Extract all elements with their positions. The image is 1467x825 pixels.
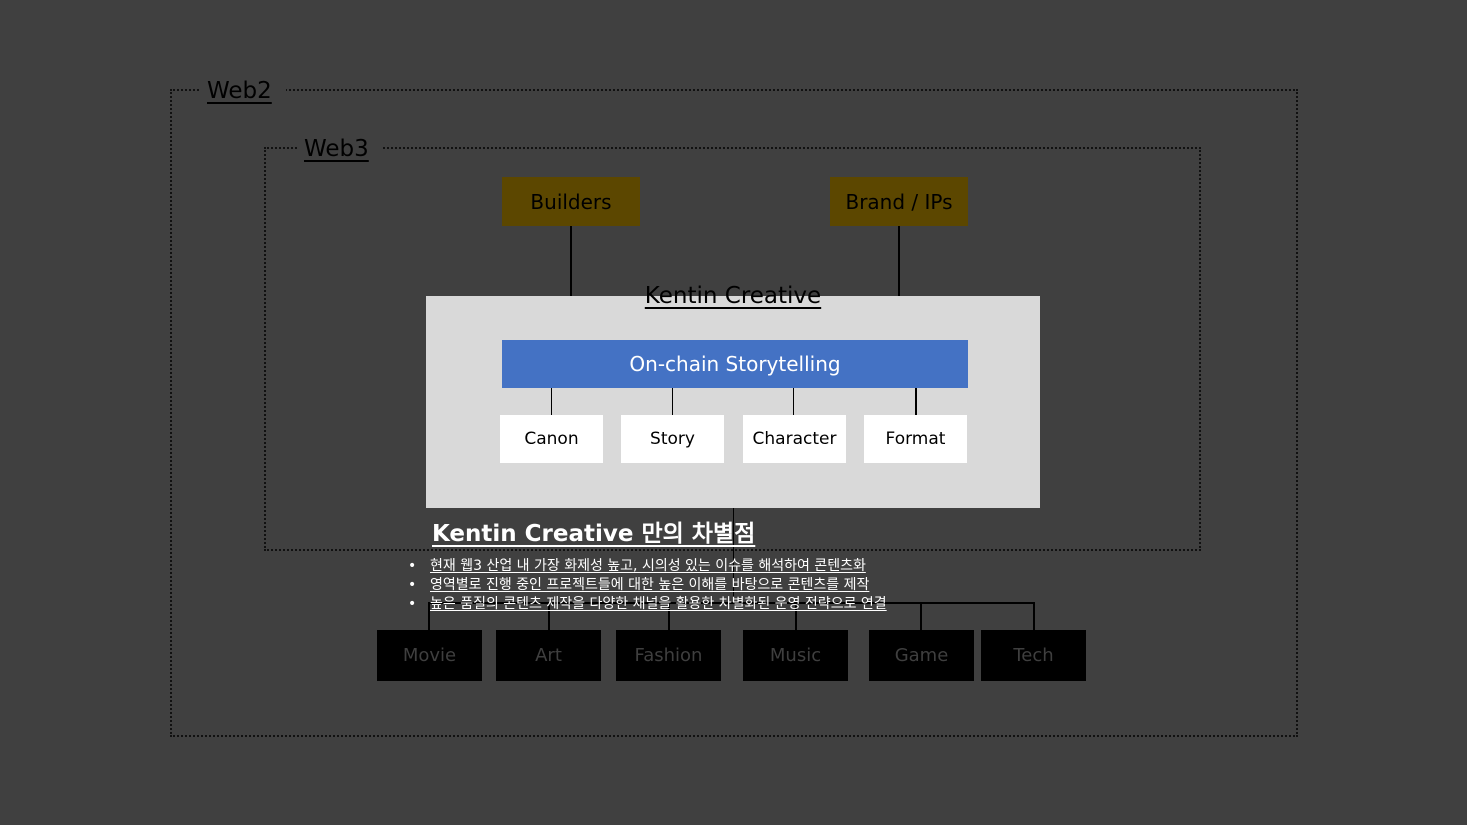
art-channel-box: Art <box>496 630 601 681</box>
differentiation-point: • 영역별로 진행 중인 프로젝트들에 대한 높은 이해를 바탕으로 콘텐츠를 제… <box>408 577 870 593</box>
differentiation-point: • 높은 품질의 콘텐츠 제작을 다양한 채널을 활용한 차별화된 운영 전략으로… <box>408 596 887 612</box>
bullet-icon: • <box>408 577 417 593</box>
on-chain-storytelling-bar: On-chain Storytelling <box>502 340 968 388</box>
web3-label: Web3 <box>298 134 383 164</box>
bullet-icon: • <box>408 596 417 612</box>
character-connector <box>793 388 794 415</box>
music-channel-box: Music <box>743 630 848 681</box>
kentin-creative-panel <box>426 296 1040 508</box>
differentiation-point: • 현재 웹3 산업 내 가장 화제성 높고, 시의성 있는 이슈를 해석하여 콘… <box>408 558 866 574</box>
format-connector <box>915 388 917 415</box>
web2-label: Web2 <box>201 76 286 106</box>
character-box: Character <box>743 415 846 463</box>
fashion-channel-box: Fashion <box>616 630 721 681</box>
movie-channel-box: Movie <box>377 630 482 681</box>
brand-ips-box: Brand / IPs <box>830 177 968 226</box>
canon-box: Canon <box>500 415 603 463</box>
differentiation-title: Kentin Creative 만의 차별점 <box>432 521 756 547</box>
tech-drop <box>1033 602 1035 630</box>
diagram-canvas: Web2 Web3 Builders Brand / IPs Kentin Cr… <box>0 0 1467 825</box>
format-box: Format <box>864 415 967 463</box>
builders-box: Builders <box>502 177 640 226</box>
kentin-creative-title: Kentin Creative <box>644 283 822 309</box>
story-box: Story <box>621 415 724 463</box>
game-channel-box: Game <box>869 630 974 681</box>
story-connector <box>672 388 673 415</box>
tech-channel-box: Tech <box>981 630 1086 681</box>
bullet-icon: • <box>408 558 417 574</box>
canon-connector <box>551 388 552 415</box>
game-drop <box>920 602 922 630</box>
differentiation-list: • 현재 웹3 산업 내 가장 화제성 높고, 시의성 있는 이슈를 해석하여 콘… <box>408 557 887 614</box>
